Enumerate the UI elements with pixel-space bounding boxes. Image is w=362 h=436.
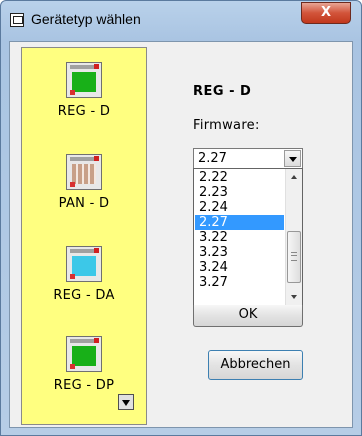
dialog-window: Gerätetyp wählen X REG - D PAN - D REG -… [0, 0, 362, 436]
firmware-option[interactable]: 3.24 [195, 260, 284, 275]
close-button[interactable]: X [301, 2, 351, 24]
reg-d-device-icon [66, 62, 102, 98]
firmware-label: Firmware: [193, 118, 260, 133]
device-label: PAN - D [58, 196, 110, 211]
firmware-option[interactable]: 2.23 [195, 185, 284, 200]
device-label: REG - D [57, 104, 111, 119]
device-item-reg-d[interactable]: REG - D [22, 62, 146, 119]
cancel-button[interactable]: Abbrechen [208, 350, 303, 380]
window-title: Gerätetyp wählen [31, 11, 141, 27]
firmware-option[interactable]: 2.22 [195, 170, 284, 185]
device-item-pan-d[interactable]: PAN - D [22, 154, 146, 211]
firmware-dropdown-list: 2.22 2.23 2.24 2.27 3.22 3.23 3.24 3.27 [193, 168, 303, 307]
reg-da-device-icon [66, 246, 102, 282]
firmware-option[interactable]: 2.24 [195, 200, 284, 215]
title-bar[interactable]: Gerätetyp wählen X [1, 1, 361, 41]
device-label: REG - DP [53, 378, 115, 393]
device-item-reg-da[interactable]: REG - DA [22, 246, 146, 303]
pan-d-device-icon [66, 154, 102, 190]
device-item-reg-dp[interactable]: REG - DP [22, 336, 146, 393]
scrollbar-thumb[interactable] [287, 231, 301, 283]
app-window-icon [10, 13, 24, 27]
scroll-down-arrow-icon[interactable] [286, 289, 302, 306]
device-label: REG - DA [53, 288, 115, 303]
scroll-down-icon[interactable] [118, 394, 134, 410]
firmware-select-value: 2.27 [198, 151, 227, 166]
dialog-content: REG - D PAN - D REG - DA REG - DP REG - … [9, 41, 353, 428]
scroll-up-arrow-icon[interactable] [286, 169, 302, 186]
reg-dp-device-icon [66, 336, 102, 372]
firmware-option[interactable]: 3.27 [195, 275, 284, 290]
close-icon: X [320, 5, 332, 20]
chevron-down-icon[interactable] [284, 150, 301, 167]
ok-button[interactable]: OK [193, 305, 303, 327]
device-type-list: REG - D PAN - D REG - DA REG - DP [21, 47, 147, 425]
selected-device-name: REG - D [193, 84, 252, 99]
firmware-option[interactable]: 3.23 [195, 245, 284, 260]
firmware-option[interactable]: 3.22 [195, 230, 284, 245]
firmware-option-selected[interactable]: 2.27 [195, 215, 284, 230]
dropdown-scrollbar[interactable] [285, 169, 302, 306]
firmware-select[interactable]: 2.27 [193, 148, 303, 169]
